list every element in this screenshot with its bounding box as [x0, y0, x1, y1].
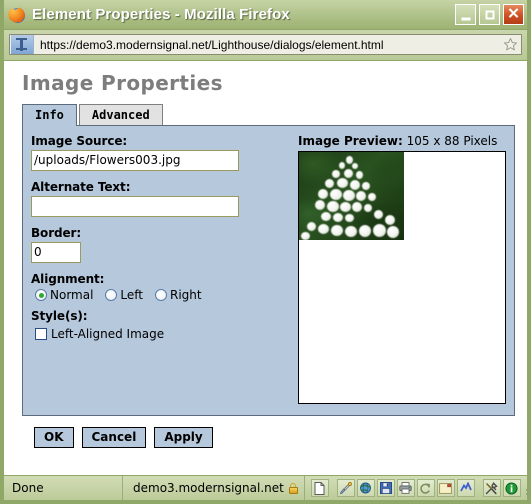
print-icon[interactable] — [396, 479, 415, 497]
radio-normal-label: Normal — [50, 288, 94, 302]
window-title: Element Properties - Mozilla Firefox — [32, 6, 290, 23]
note-icon[interactable] — [436, 479, 455, 497]
save-icon[interactable] — [376, 479, 395, 497]
radio-normal-icon — [35, 289, 47, 301]
status-bar: Done demo3.modernsignal.net — [4, 475, 531, 500]
white-flowers-photo — [299, 152, 404, 240]
styles-label: Style(s): — [31, 309, 88, 323]
radio-left-label: Left — [120, 288, 143, 302]
checkbox-left-aligned-image[interactable]: Left-Aligned Image — [35, 327, 295, 341]
image-source-input[interactable]: /uploads/Flowers003.jpg — [31, 150, 239, 171]
tools-icon[interactable] — [482, 479, 501, 497]
radio-left-icon — [105, 289, 118, 301]
ok-button[interactable]: OK — [34, 427, 74, 448]
radio-left[interactable]: Left — [105, 288, 143, 302]
page-icon[interactable] — [310, 479, 329, 497]
browser-window: Element Properties - Mozilla Firefox ✕ h… — [0, 0, 531, 504]
border-label: Border: — [31, 226, 82, 240]
lightning-icon[interactable] — [456, 479, 475, 497]
tab-bar: Info Advanced — [22, 103, 517, 126]
bookmark-star-icon[interactable] — [499, 35, 521, 54]
form-column: Image Source: /uploads/Flowers003.jpg Al… — [23, 126, 295, 415]
cancel-button[interactable]: Cancel — [81, 427, 147, 448]
info-icon[interactable] — [502, 479, 521, 497]
domain-text: demo3.modernsignal.net — [133, 481, 284, 495]
eyedropper-icon[interactable] — [336, 479, 355, 497]
alternate-text-input[interactable] — [31, 196, 239, 217]
dialog-buttons: OK Cancel Apply — [34, 427, 517, 448]
close-icon: ✕ — [507, 5, 520, 22]
security-domain[interactable]: demo3.modernsignal.net — [123, 476, 305, 500]
radio-right-label: Right — [170, 288, 202, 302]
image-preview-box — [298, 151, 506, 404]
border-input[interactable]: 0 — [31, 242, 81, 263]
maximize-button[interactable] — [479, 4, 500, 25]
page-title: Image Properties — [22, 71, 223, 95]
minimize-button[interactable] — [455, 4, 476, 25]
navigation-toolbar: https://demo3.modernsignal.net/Lighthous… — [4, 30, 527, 61]
title-bar: Element Properties - Mozilla Firefox ✕ — [4, 0, 527, 30]
image-preview-label: Image Preview: — [298, 134, 403, 148]
padlock-icon — [288, 482, 298, 494]
close-button[interactable]: ✕ — [503, 4, 524, 25]
resize-grip[interactable] — [523, 476, 531, 500]
image-preview-header: Image Preview: 105 x 88 Pixels — [298, 134, 506, 148]
status-icon-tray — [305, 476, 531, 500]
alignment-label: Alignment: — [31, 272, 105, 286]
tab-info[interactable]: Info — [22, 104, 77, 126]
firefox-logo-icon — [8, 6, 26, 24]
url-input[interactable]: https://demo3.modernsignal.net/Lighthous… — [35, 38, 499, 52]
window-controls: ✕ — [455, 4, 524, 25]
checkbox-left-aligned-image-label: Left-Aligned Image — [51, 327, 165, 341]
tab-panel-info: Image Source: /uploads/Flowers003.jpg Al… — [22, 125, 515, 416]
status-text: Done — [4, 476, 123, 500]
refresh-icon[interactable] — [416, 479, 435, 497]
page-content: Image Properties Info Advanced Image Sou… — [4, 61, 527, 475]
tab-advanced[interactable]: Advanced — [78, 104, 163, 125]
radio-normal[interactable]: Normal — [35, 288, 93, 302]
apply-button[interactable]: Apply — [154, 427, 213, 448]
radio-right[interactable]: Right — [155, 288, 202, 302]
image-preview-dimensions: 105 x 88 Pixels — [406, 134, 498, 148]
url-bar[interactable]: https://demo3.modernsignal.net/Lighthous… — [9, 34, 522, 55]
alternate-text-label: Alternate Text: — [31, 180, 131, 194]
preview-column: Image Preview: 105 x 88 Pixels — [295, 126, 514, 415]
site-favicon-icon — [11, 35, 34, 54]
image-source-label: Image Source: — [31, 134, 128, 148]
globe-icon[interactable] — [356, 479, 375, 497]
alignment-radio-group: Normal Left Right — [35, 288, 295, 302]
checkbox-icon — [35, 328, 47, 340]
radio-right-icon — [155, 289, 167, 301]
